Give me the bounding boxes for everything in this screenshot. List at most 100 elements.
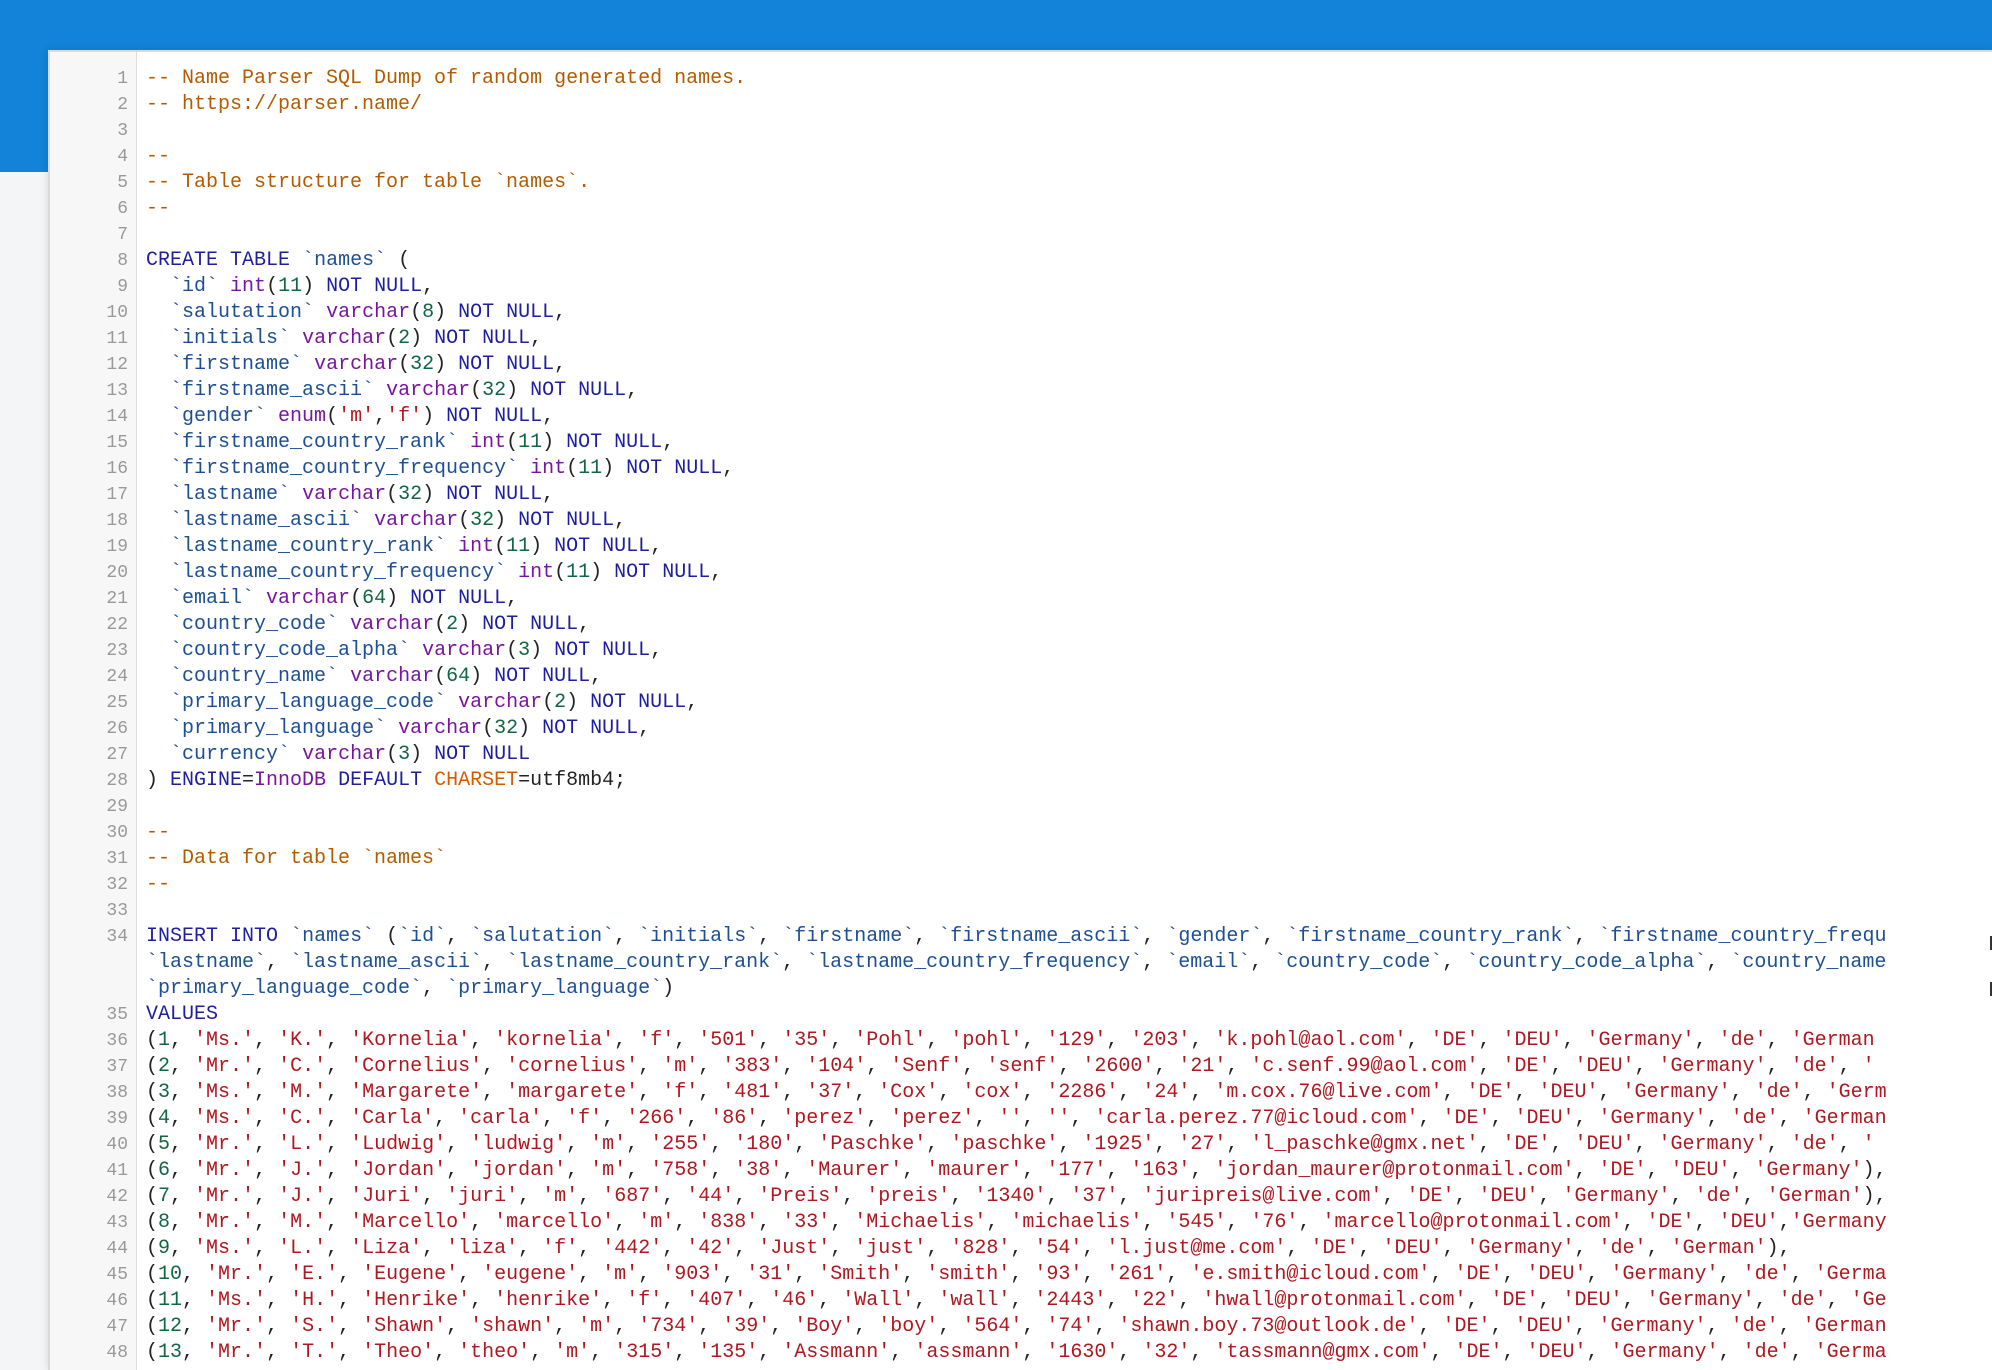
code-line[interactable]: 34 INSERT INTO `names` (`id`, `salutation…	[50, 924, 1992, 1002]
line-number: 23	[106, 641, 128, 661]
code-line[interactable]: 32 --	[50, 872, 1992, 898]
code-line[interactable]: 47 (12, 'Mr.', 'S.', 'Shawn', 'shawn', 'm…	[50, 1314, 1992, 1340]
line-number: 3	[117, 121, 128, 141]
code-line[interactable]: 16 `firstname_country_frequency` int(11)…	[50, 456, 1992, 482]
code-text: (7, 'Mr.', 'J.', 'Juri', 'juri', 'm', '6…	[146, 1185, 1887, 1208]
code-text: (1, 'Ms.', 'K.', 'Kornelia', 'kornelia',…	[146, 1029, 1875, 1052]
line-number: 33	[106, 901, 128, 921]
code-text: `lastname_country_frequency` int(11) NOT…	[170, 561, 723, 584]
code-text: `initials` varchar(2) NOT NULL,	[170, 327, 543, 350]
code-line[interactable]: 24 `country_name` varchar(64) NOT NULL,	[50, 664, 1992, 690]
line-number: 42	[106, 1187, 128, 1207]
code-line[interactable]: 43 (8, 'Mr.', 'M.', 'Marcello', 'marcello…	[50, 1210, 1992, 1236]
code-line[interactable]: 7	[50, 222, 1992, 248]
code-line[interactable]: 3	[50, 118, 1992, 144]
code-text: `firstname_country_frequency` int(11) NO…	[170, 457, 735, 480]
code-text: CREATE TABLE `names` (	[146, 249, 411, 272]
code-text: `firstname` varchar(32) NOT NULL,	[170, 353, 567, 376]
line-number: 40	[106, 1135, 128, 1155]
code-line[interactable]: 42 (7, 'Mr.', 'J.', 'Juri', 'juri', 'm', …	[50, 1184, 1992, 1210]
line-number: 38	[106, 1083, 128, 1103]
code-text: (2, 'Mr.', 'C.', 'Cornelius', 'cornelius…	[146, 1055, 1875, 1078]
code-text: (12, 'Mr.', 'S.', 'Shawn', 'shawn', 'm',…	[146, 1315, 1887, 1338]
code-line[interactable]: 14 `gender` enum('m','f') NOT NULL,	[50, 404, 1992, 430]
code-text: (6, 'Mr.', 'J.', 'Jordan', 'jordan', 'm'…	[146, 1159, 1887, 1182]
code-line[interactable]: 21 `email` varchar(64) NOT NULL,	[50, 586, 1992, 612]
line-number: 18	[106, 511, 128, 531]
code-text: -- https://parser.name/	[146, 93, 423, 116]
code-text: `primary_language_code` varchar(2) NOT N…	[170, 691, 699, 714]
line-number: 8	[117, 251, 128, 271]
code-line[interactable]: 25 `primary_language_code` varchar(2) NO…	[50, 690, 1992, 716]
code-line[interactable]: 35 VALUES	[50, 1002, 1992, 1028]
line-number: 12	[106, 355, 128, 375]
code-line[interactable]: 48 (13, 'Mr.', 'T.', 'Theo', 'theo', 'm',…	[50, 1340, 1992, 1366]
code-line[interactable]: 11 `initials` varchar(2) NOT NULL,	[50, 326, 1992, 352]
code-content[interactable]: 1 -- Name Parser SQL Dump of random gener…	[50, 66, 1992, 1366]
code-text: `firstname_ascii` varchar(32) NOT NULL,	[170, 379, 639, 402]
code-line[interactable]: 5 -- Table structure for table `names`.	[50, 170, 1992, 196]
code-line[interactable]: 45 (10, 'Mr.', 'E.', 'Eugene', 'eugene', …	[50, 1262, 1992, 1288]
code-text: `email` varchar(64) NOT NULL,	[170, 587, 519, 610]
line-number: 11	[106, 329, 128, 349]
code-line[interactable]: 36 (1, 'Ms.', 'K.', 'Kornelia', 'kornelia…	[50, 1028, 1992, 1054]
code-text: -- Data for table `names`	[146, 847, 447, 870]
code-text: `gender` enum('m','f') NOT NULL,	[170, 405, 555, 428]
code-text: --	[146, 873, 171, 896]
code-line[interactable]: 23 `country_code_alpha` varchar(3) NOT N…	[50, 638, 1992, 664]
code-text: (3, 'Ms.', 'M.', 'Margarete', 'margarete…	[146, 1081, 1887, 1104]
code-text: `country_name` varchar(64) NOT NULL,	[170, 665, 603, 688]
code-line[interactable]: 2 -- https://parser.name/	[50, 92, 1992, 118]
code-line[interactable]: 8 CREATE TABLE `names` (	[50, 248, 1992, 274]
code-line[interactable]: 12 `firstname` varchar(32) NOT NULL,	[50, 352, 1992, 378]
code-text: `currency` varchar(3) NOT NULL	[170, 743, 531, 766]
code-line[interactable]: 15 `firstname_country_rank` int(11) NOT …	[50, 430, 1992, 456]
code-line[interactable]: 30 --	[50, 820, 1992, 846]
code-text: (11, 'Ms.', 'H.', 'Henrike', 'henrike', …	[146, 1289, 1887, 1312]
code-line[interactable]: 18 `lastname_ascii` varchar(32) NOT NULL…	[50, 508, 1992, 534]
code-line[interactable]: 39 (4, 'Ms.', 'C.', 'Carla', 'carla', 'f'…	[50, 1106, 1992, 1132]
code-line[interactable]: 38 (3, 'Ms.', 'M.', 'Margarete', 'margare…	[50, 1080, 1992, 1106]
code-text: (8, 'Mr.', 'M.', 'Marcello', 'marcello',…	[146, 1211, 1887, 1234]
code-line[interactable]: 46 (11, 'Ms.', 'H.', 'Henrike', 'henrike'…	[50, 1288, 1992, 1314]
code-line[interactable]: 26 `primary_language` varchar(32) NOT NU…	[50, 716, 1992, 742]
line-number: 44	[106, 1239, 128, 1259]
code-line[interactable]: 19 `lastname_country_rank` int(11) NOT N…	[50, 534, 1992, 560]
code-line[interactable]: 17 `lastname` varchar(32) NOT NULL,	[50, 482, 1992, 508]
code-line[interactable]: 41 (6, 'Mr.', 'J.', 'Jordan', 'jordan', '…	[50, 1158, 1992, 1184]
code-line[interactable]: 22 `country_code` varchar(2) NOT NULL,	[50, 612, 1992, 638]
code-text: --	[146, 197, 171, 220]
top-header-bar	[0, 0, 1992, 50]
code-line[interactable]: 40 (5, 'Mr.', 'L.', 'Ludwig', 'ludwig', '…	[50, 1132, 1992, 1158]
code-editor[interactable]: 1 -- Name Parser SQL Dump of random gener…	[50, 52, 1992, 1370]
code-line[interactable]: 29	[50, 794, 1992, 820]
code-text: `primary_language` varchar(32) NOT NULL,	[170, 717, 651, 740]
code-line[interactable]: 13 `firstname_ascii` varchar(32) NOT NUL…	[50, 378, 1992, 404]
code-line[interactable]: 44 (9, 'Ms.', 'L.', 'Liza', 'liza', 'f', …	[50, 1236, 1992, 1262]
code-line[interactable]: 27 `currency` varchar(3) NOT NULL	[50, 742, 1992, 768]
line-number: 9	[117, 277, 128, 297]
code-text: --	[146, 821, 171, 844]
line-number: 35	[106, 1005, 128, 1025]
sidebar-strip	[0, 50, 49, 172]
code-line[interactable]: 20 `lastname_country_frequency` int(11) …	[50, 560, 1992, 586]
code-line[interactable]: 1 -- Name Parser SQL Dump of random gener…	[50, 66, 1992, 92]
line-number: 7	[117, 225, 128, 245]
code-line[interactable]: 33	[50, 898, 1992, 924]
line-number: 47	[106, 1317, 128, 1337]
code-line[interactable]: 28) ENGINE=InnoDB DEFAULT CHARSET=utf8mb…	[50, 768, 1992, 794]
line-number: 28	[106, 771, 128, 791]
line-number: 32	[106, 875, 128, 895]
code-line[interactable]: 4 --	[50, 144, 1992, 170]
code-text: (10, 'Mr.', 'E.', 'Eugene', 'eugene', 'm…	[146, 1263, 1887, 1286]
line-number: 24	[106, 667, 128, 687]
line-number: 1	[117, 69, 128, 89]
code-text: `lastname_country_rank` int(11) NOT NULL…	[170, 535, 663, 558]
code-line[interactable]: 9 `id` int(11) NOT NULL,	[50, 274, 1992, 300]
code-line[interactable]: 6 --	[50, 196, 1992, 222]
code-line[interactable]: 10 `salutation` varchar(8) NOT NULL,	[50, 300, 1992, 326]
line-number: 2	[117, 95, 128, 115]
code-line[interactable]: 37 (2, 'Mr.', 'C.', 'Cornelius', 'corneli…	[50, 1054, 1992, 1080]
code-line[interactable]: 31 -- Data for table `names`	[50, 846, 1992, 872]
line-number: 26	[106, 719, 128, 739]
